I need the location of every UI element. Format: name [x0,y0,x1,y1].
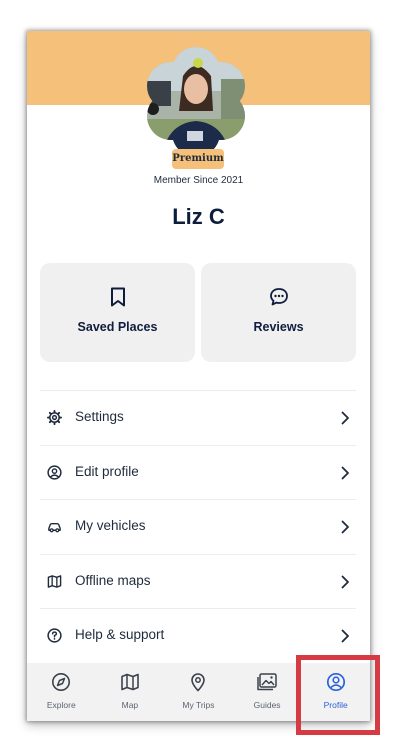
avatar-image [147,47,245,157]
tab-label: Guides [253,700,281,710]
compass-icon [27,672,96,692]
menu-item-label: Help & support [75,627,165,642]
help-circle-icon [47,628,62,643]
menu-item-label: Offline maps [75,572,151,588]
menu-item-label: Settings [75,409,124,424]
menu-item-edit-profile[interactable]: Edit profile [40,444,356,500]
premium-badge: Premium [172,149,224,169]
tab-map[interactable]: Map [96,663,165,721]
member-since-text: Member Since 2021 [153,175,244,186]
map-icon [47,574,62,588]
profile-name: Liz C [172,204,225,229]
chevron-right-icon [341,575,349,588]
gear-icon [47,410,62,425]
tab-my-trips[interactable]: My Trips [164,663,233,721]
menu-item-help-support[interactable]: Help & support [40,608,356,663]
chevron-right-icon [341,629,349,643]
chat-bubble-icon [201,287,356,309]
tab-profile[interactable]: Profile [301,663,370,721]
menu-item-offline-maps[interactable]: Offline maps [40,553,356,609]
menu-item-settings[interactable]: Settings [40,390,356,445]
car-icon [48,522,61,533]
tab-label: Profile [323,700,348,710]
saved-places-card[interactable]: Saved Places [40,263,195,362]
tab-label: Explore [46,700,76,710]
location-pin-icon [164,672,233,692]
menu-item-label: Edit profile [75,463,139,479]
user-circle-icon [301,672,370,692]
chevron-right-icon [341,520,349,534]
map-icon [96,672,165,692]
phone-screen: Premium Member Since 2021 Liz C Saved Pl… [27,31,370,721]
reviews-label: Reviews [253,320,304,334]
user-circle-icon [47,464,62,480]
chevron-right-icon [341,411,349,425]
profile-menu: Settings Edit profile My vehicles Offlin… [40,390,356,663]
avatar[interactable] [131,41,261,161]
reviews-card[interactable]: Reviews [201,263,356,362]
menu-item-label: My vehicles [75,518,146,533]
tab-guides[interactable]: Guides [233,663,302,721]
gallery-icon [233,672,302,692]
tab-explore[interactable]: Explore [27,663,96,721]
bottom-tab-bar: Explore Map My Trips Guides Profile [27,663,370,721]
bookmark-icon [40,287,195,309]
tab-label: My Trips [182,700,215,710]
tab-label: Map [121,700,139,710]
chevron-right-icon [341,466,349,479]
saved-places-label: Saved Places [77,320,158,334]
menu-item-my-vehicles[interactable]: My vehicles [40,499,356,554]
